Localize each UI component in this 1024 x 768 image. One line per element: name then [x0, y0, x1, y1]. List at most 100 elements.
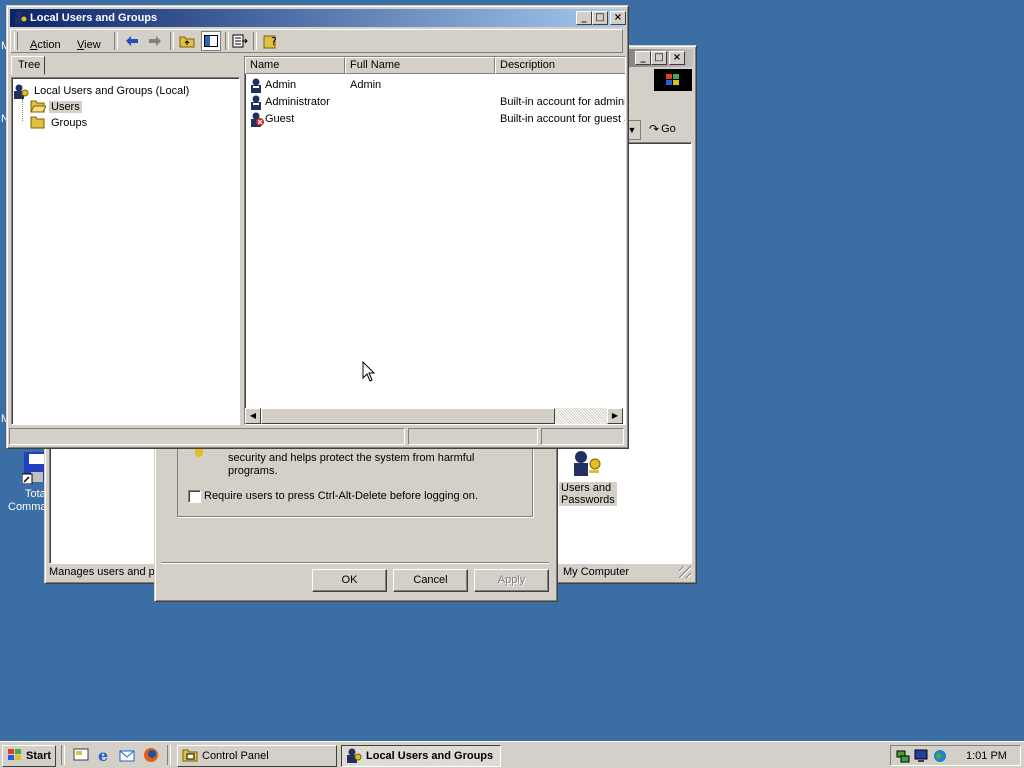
- close-button[interactable]: ×: [610, 11, 626, 25]
- toolbar-separator: [114, 32, 118, 50]
- task-local-users-groups[interactable]: Local Users and Groups: [341, 745, 501, 767]
- firefox-icon[interactable]: [143, 747, 159, 766]
- users-and-passwords-item[interactable]: Users and Passwords: [557, 446, 627, 510]
- icon-label-line: Users and: [561, 482, 612, 494]
- properties-dialog: security and helps protect the system fr…: [154, 439, 558, 602]
- list-row-admin[interactable]: Admin Admin: [249, 77, 621, 93]
- minimize-button[interactable]: _: [576, 11, 592, 25]
- task-label: Local Users and Groups: [366, 750, 494, 762]
- status-right: My Computer: [563, 566, 630, 578]
- dialog-separator: [161, 562, 549, 564]
- task-label: Control Panel: [202, 750, 269, 762]
- toolbar-separator: [253, 32, 257, 50]
- status-pane: [408, 428, 538, 445]
- window-title: Local Users and Groups: [30, 12, 158, 24]
- export-list-icon[interactable]: [230, 31, 250, 51]
- desktop-icon-total-commander[interactable]: Tota Comma: [8, 450, 50, 520]
- column-header-description[interactable]: Description: [495, 57, 625, 74]
- forward-arrow-icon[interactable]: [145, 31, 165, 51]
- help-icon[interactable]: ?: [261, 31, 281, 51]
- mouse-cursor: [362, 360, 376, 386]
- horizontal-scrollbar[interactable]: ◀ ▶: [245, 408, 623, 424]
- column-header-name[interactable]: Name: [245, 57, 345, 74]
- control-panel-titlebar[interactable]: _ □ ×: [623, 49, 693, 67]
- desktop-icon-label: Tota: [25, 488, 46, 500]
- folder-icon: [30, 115, 46, 131]
- list-row-guest[interactable]: Guest Built-in account for guest a: [249, 111, 625, 127]
- up-folder-icon[interactable]: [177, 31, 197, 51]
- tree-item-groups[interactable]: Groups: [30, 115, 87, 131]
- start-button[interactable]: Start: [2, 745, 56, 767]
- show-desktop-icon[interactable]: [73, 747, 89, 766]
- outlook-express-icon[interactable]: [119, 747, 135, 766]
- control-panel-icon: [182, 748, 198, 765]
- windows-flag-icon: [7, 748, 23, 765]
- list-row-administrator[interactable]: Administrator Built-in account for admin…: [249, 94, 625, 110]
- monitor-icon[interactable]: [914, 748, 930, 767]
- taskbar: Start e Control Panel Local Users and Gr…: [0, 741, 1024, 768]
- toolbar-separator: [225, 32, 229, 50]
- desktop-icon-label: Comma: [8, 501, 47, 513]
- clock[interactable]: 1:01 PM: [966, 750, 1007, 762]
- system-tray: 1:01 PM: [890, 745, 1021, 766]
- ctrl-alt-del-checkbox[interactable]: [188, 490, 201, 503]
- status-pane: [9, 428, 405, 445]
- maximize-button[interactable]: □: [651, 51, 667, 65]
- network-icon[interactable]: [895, 748, 911, 767]
- apply-button[interactable]: Apply: [474, 569, 549, 592]
- close-button[interactable]: ×: [669, 51, 685, 65]
- dialog-text-line: programs.: [228, 465, 278, 477]
- task-control-panel[interactable]: Control Panel: [177, 745, 337, 767]
- tree-item-label: Groups: [51, 117, 88, 129]
- main-titlebar[interactable]: Local Users and Groups _ □ ×: [10, 9, 626, 27]
- icon-label-line: Passwords: [561, 494, 615, 506]
- go-arrow-icon: ↷: [649, 122, 660, 136]
- menu-action[interactable]: Action: [30, 39, 61, 51]
- toolbar-separator: [170, 32, 174, 50]
- dialog-groupbox: [177, 439, 533, 517]
- taskbar-separator: [167, 745, 171, 765]
- cell-description: Built-in account for adminis: [500, 96, 625, 108]
- users-and-passwords-label: Users and Passwords: [559, 482, 617, 506]
- toolbar-grip: [14, 32, 18, 50]
- dialog-text-line: security and helps protect the system fr…: [228, 452, 475, 464]
- ctrl-alt-del-label[interactable]: Require users to press Ctrl-Alt-Delete b…: [204, 490, 478, 502]
- cell-name: Admin: [265, 79, 297, 91]
- globe-icon[interactable]: [932, 748, 948, 767]
- users-groups-icon: [13, 83, 29, 99]
- tree-item-users[interactable]: Users: [30, 99, 82, 115]
- windows-logo-icon: [654, 69, 692, 91]
- users-window-icon: [13, 10, 27, 27]
- list-pane: Name Full Name Description Admin Admin A…: [244, 56, 626, 425]
- svg-text:e: e: [98, 747, 108, 763]
- tree-item-label: Users: [49, 101, 82, 113]
- ok-button[interactable]: OK: [312, 569, 387, 592]
- toolbar: [10, 29, 623, 53]
- scroll-right-button[interactable]: ▶: [607, 408, 623, 424]
- cancel-button[interactable]: Cancel: [393, 569, 468, 592]
- tree-root[interactable]: Local Users and Groups (Local): [13, 83, 189, 99]
- menu-view[interactable]: View: [77, 39, 101, 51]
- tree-pane: Local Users and Groups (Local) Users Gro…: [11, 77, 240, 425]
- cell-full-name: Admin: [350, 79, 382, 91]
- disabled-user-icon: [249, 111, 265, 132]
- back-arrow-icon[interactable]: [122, 31, 142, 51]
- show-hide-tree-icon[interactable]: [201, 31, 221, 51]
- users-groups-icon: [346, 747, 362, 766]
- scroll-left-button[interactable]: ◀: [245, 408, 261, 424]
- tab-tree[interactable]: Tree: [11, 56, 45, 75]
- cell-description: Built-in account for guest a: [500, 113, 625, 125]
- cell-name: Guest: [265, 113, 295, 125]
- maximize-button[interactable]: □: [592, 11, 608, 25]
- internet-explorer-icon[interactable]: e: [97, 746, 113, 766]
- resize-grip-icon[interactable]: [679, 566, 691, 578]
- svg-text:?: ?: [271, 35, 277, 48]
- tree-root-label: Local Users and Groups (Local): [34, 85, 190, 97]
- column-header-full-name[interactable]: Full Name: [345, 57, 495, 74]
- go-button[interactable]: ↷ Go: [649, 119, 691, 139]
- status-pane: [541, 428, 624, 445]
- scroll-thumb[interactable]: [261, 408, 555, 424]
- go-label: Go: [661, 123, 676, 135]
- minimize-button[interactable]: _: [635, 51, 651, 65]
- start-label: Start: [26, 750, 52, 762]
